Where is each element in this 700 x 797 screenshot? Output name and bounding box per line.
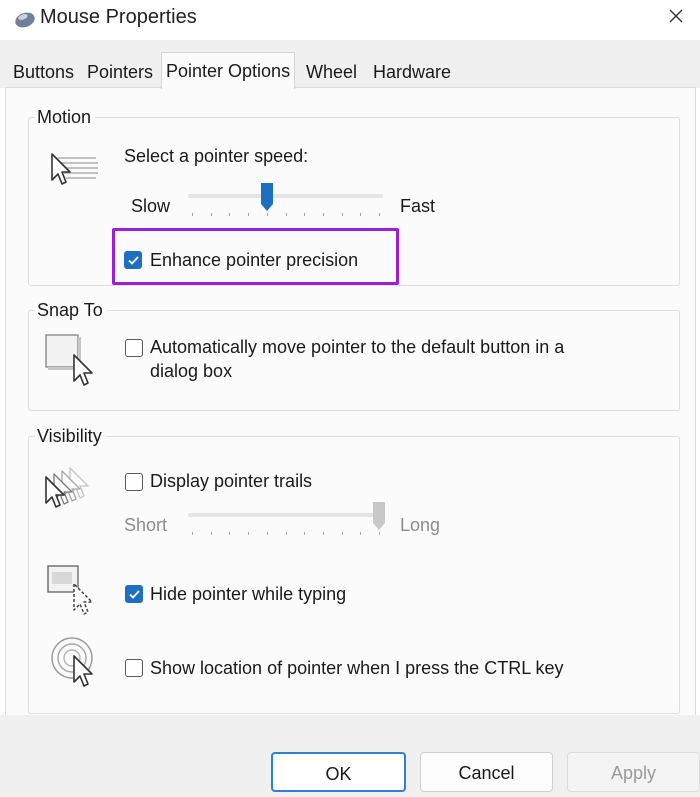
tab-pointers[interactable]: Pointers: [87, 58, 153, 86]
fast-label: Fast: [400, 196, 436, 216]
close-button[interactable]: [652, 0, 700, 38]
snap-to-icon: [45, 334, 93, 386]
slider-tick: [341, 532, 343, 535]
pointer-trails-label[interactable]: Display pointer trails: [150, 470, 312, 492]
slider-tick: [285, 532, 287, 535]
slider-tick: [192, 213, 193, 216]
slider-tick: [341, 213, 343, 216]
cancel-button[interactable]: Cancel: [420, 752, 553, 792]
speed-slider-thumb[interactable]: [259, 182, 275, 212]
speed-slider-track[interactable]: [188, 194, 383, 198]
speed-label: Select a pointer speed:: [124, 146, 309, 166]
slider-tick: [266, 532, 268, 535]
slider-tick: [379, 213, 380, 216]
slider-tick: [248, 213, 250, 216]
slow-label: Slow: [131, 196, 171, 216]
slider-tick: [379, 532, 380, 535]
slider-tick: [266, 213, 268, 216]
slider-tick: [304, 532, 306, 535]
snap-to-legend: Snap To: [35, 299, 107, 321]
slider-tick: [285, 213, 287, 216]
slider-tick: [360, 213, 362, 216]
slider-tick: [229, 532, 231, 535]
close-icon: [669, 9, 683, 23]
show-location-label[interactable]: Show location of pointer when I press th…: [150, 657, 564, 679]
checkmark-icon: [129, 590, 140, 599]
hide-pointer-icon: [47, 565, 93, 615]
slider-tick: [360, 532, 362, 535]
visibility-legend: Visibility: [35, 425, 106, 447]
slider-tick: [248, 532, 250, 535]
slider-tick: [322, 532, 324, 535]
pointer-speed-icon: [51, 153, 98, 185]
slider-tick: [210, 213, 212, 216]
apply-button[interactable]: Apply: [567, 752, 700, 792]
trail-slider-thumb[interactable]: [371, 501, 387, 531]
tab-hardware[interactable]: Hardware: [373, 58, 451, 86]
window-title: Mouse Properties: [40, 6, 197, 28]
slider-tick: [304, 213, 306, 216]
pointer-trails-checkbox[interactable]: [125, 473, 143, 491]
slider-tick: [229, 213, 231, 216]
trail-slider-track[interactable]: [188, 513, 383, 517]
hide-typing-checkbox[interactable]: [125, 585, 143, 603]
long-label: Long: [400, 515, 441, 535]
slider-tick: [210, 532, 212, 535]
hide-typing-label[interactable]: Hide pointer while typing: [150, 583, 346, 605]
snap-to-group: [28, 310, 680, 411]
snap-to-checkbox[interactable]: [125, 339, 143, 357]
slider-tick: [192, 532, 193, 535]
snap-to-label-line2[interactable]: dialog box: [150, 360, 232, 382]
show-location-icon: [51, 637, 93, 687]
short-label: Short: [124, 515, 168, 535]
title-bar: Mouse Properties: [0, 0, 700, 40]
highlight-box: [112, 228, 399, 285]
tab-wheel[interactable]: Wheel: [306, 58, 357, 86]
tab-buttons[interactable]: Buttons: [13, 58, 74, 86]
snap-to-label-line1[interactable]: Automatically move pointer to the defaul…: [150, 336, 564, 358]
pointer-trails-icon: [45, 467, 89, 508]
show-location-checkbox[interactable]: [125, 659, 143, 677]
mouse-icon: [15, 12, 35, 28]
motion-legend: Motion: [35, 106, 96, 128]
ok-button[interactable]: OK: [271, 752, 406, 792]
slider-tick: [322, 213, 324, 216]
tab-pointer-options[interactable]: Pointer Options: [161, 52, 296, 89]
